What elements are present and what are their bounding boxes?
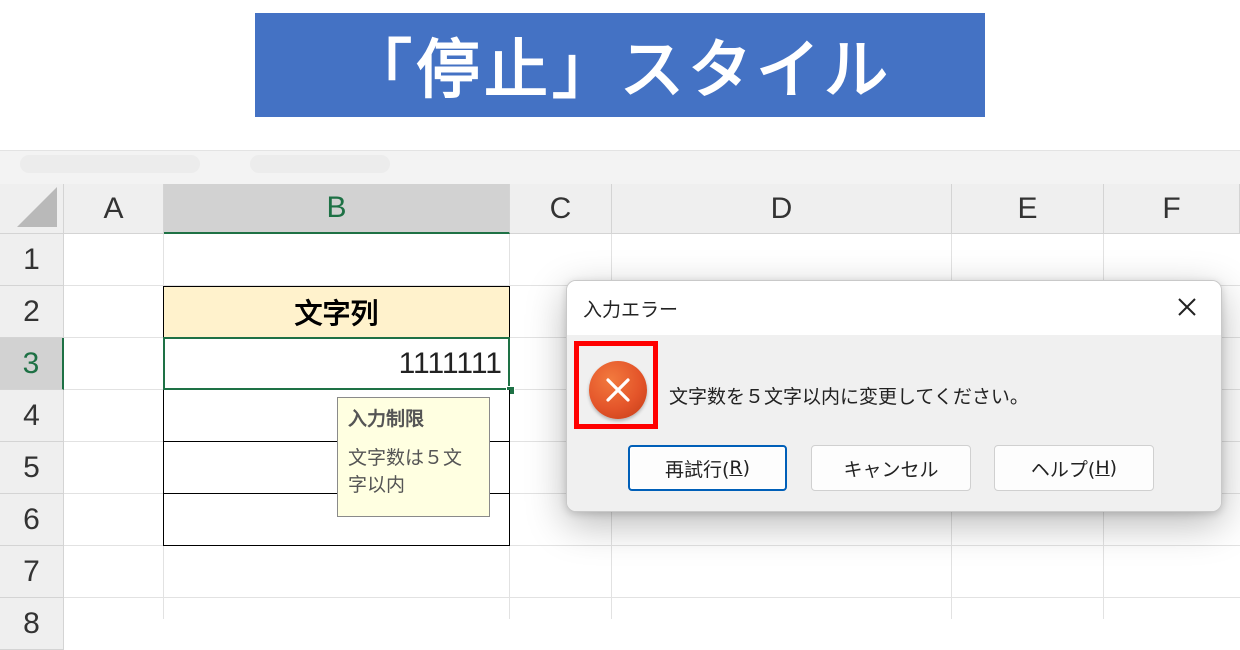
help-label: ヘルプ(	[1030, 458, 1096, 481]
help-accelerator: H	[1095, 457, 1110, 479]
row-header-3[interactable]: 3	[0, 338, 64, 390]
tooltip-title: 入力制限	[348, 408, 425, 430]
ribbon-control	[20, 155, 200, 173]
dialog-body: 文字数を５文字以内に変更してください。 再試行(R) キャンセル ヘルプ(H)	[567, 335, 1221, 511]
cancel-label: キャンセル	[843, 458, 939, 481]
retry-button[interactable]: 再試行(R)	[628, 445, 787, 491]
help-button[interactable]: ヘルプ(H)	[994, 445, 1154, 491]
ribbon-control	[250, 155, 390, 173]
row-header-4[interactable]: 4	[0, 390, 64, 442]
row-header-7[interactable]: 7	[0, 546, 64, 598]
title-banner: 「停止」スタイル	[255, 13, 985, 117]
header-cell-b2[interactable]: 文字列	[163, 286, 510, 338]
error-message: 文字数を５文字以内に変更してください。	[669, 386, 1029, 408]
dialog-titlebar[interactable]: 入力エラー	[567, 281, 1221, 335]
banner-title: 「停止」スタイル	[348, 34, 892, 108]
column-header-d[interactable]: D	[612, 184, 952, 234]
retry-accelerator: R	[729, 457, 743, 479]
cancel-button[interactable]: キャンセル	[811, 445, 971, 491]
tooltip-line-1: 文字数は５文	[348, 447, 463, 469]
input-error-dialog: 入力エラー 文字数を５文字以内に変更してください。 再試行(R) キャンセル ヘ…	[566, 280, 1222, 512]
active-cell-b3[interactable]: 1111111	[163, 337, 510, 390]
row-header-2[interactable]: 2	[0, 286, 64, 338]
ribbon-edge	[0, 150, 1240, 185]
tooltip-body: 文字数は５文 字以内	[348, 445, 479, 499]
row-header-5[interactable]: 5	[0, 442, 64, 494]
retry-label: 再試行(	[664, 458, 730, 481]
column-header-b[interactable]: B	[164, 184, 510, 234]
column-header-c[interactable]: C	[510, 184, 612, 234]
row-header-6[interactable]: 6	[0, 494, 64, 546]
input-message-tooltip: 入力制限 文字数は５文 字以内	[337, 397, 490, 517]
retry-label-end: )	[742, 457, 751, 479]
help-label-end: )	[1109, 457, 1118, 479]
column-header-a[interactable]: A	[64, 184, 164, 234]
close-icon[interactable]	[1171, 291, 1203, 323]
column-header-f[interactable]: F	[1104, 184, 1240, 234]
select-all-corner[interactable]	[0, 184, 64, 234]
tooltip-line-2: 字以内	[348, 474, 406, 496]
row-header-1[interactable]: 1	[0, 234, 64, 286]
row-header-8[interactable]: 8	[0, 598, 64, 650]
column-header-e[interactable]: E	[952, 184, 1104, 234]
error-x-circle-icon	[589, 361, 647, 419]
dialog-title: 入力エラー	[583, 299, 679, 321]
